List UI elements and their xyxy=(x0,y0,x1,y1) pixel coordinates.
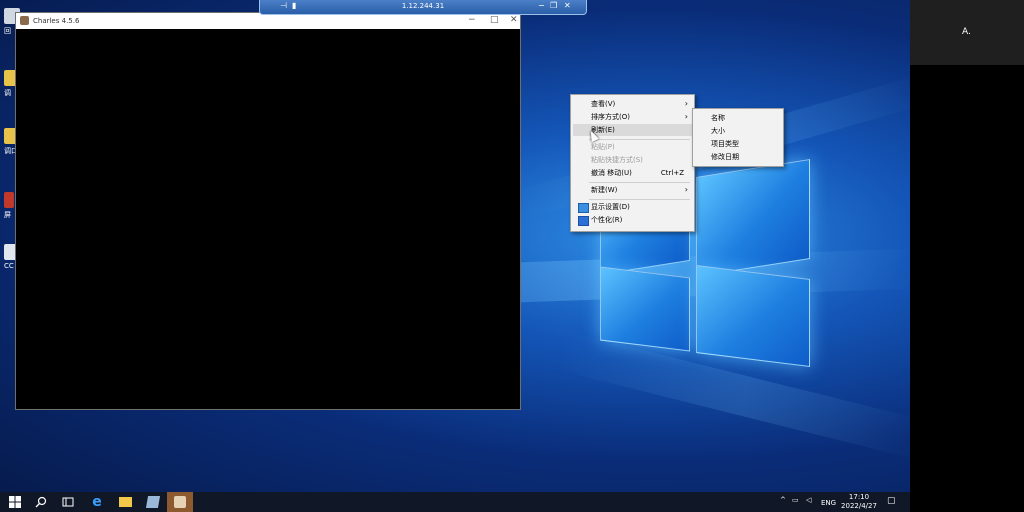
clock[interactable]: 17:10 2022/4/27 xyxy=(840,493,878,511)
task-view-icon xyxy=(62,497,74,507)
menu-separator xyxy=(589,182,690,183)
menu-item-display-settings[interactable]: 显示设置(D) xyxy=(573,201,692,213)
screen-tool-icon xyxy=(4,192,14,208)
taskbar-app[interactable] xyxy=(140,492,166,512)
desktop-icon-label: CC xyxy=(4,262,14,270)
menu-item-personalize[interactable]: 个性化(R) xyxy=(573,214,692,226)
taskbar: e ^ ▭ ◁ ENG 17:10 2022/4/27 ▢ xyxy=(0,492,910,512)
maximize-icon[interactable]: □ xyxy=(490,15,499,25)
app-icon xyxy=(145,496,161,508)
windows-logo-pane xyxy=(696,265,810,367)
desktop-icon-label: 回 xyxy=(4,27,11,35)
input-language[interactable]: ENG xyxy=(821,499,836,507)
desktop-context-menu: 查看(V) › 排序方式(O) › 刷新(E) 粘贴(P) 粘贴快捷方式(S) … xyxy=(570,94,695,232)
menu-item-new[interactable]: 新建(W) › xyxy=(573,184,692,196)
sort-submenu: 名称 大小 项目类型 修改日期 xyxy=(692,108,784,167)
search-icon xyxy=(35,496,47,508)
chevron-right-icon: › xyxy=(684,99,688,108)
network-icon[interactable]: ▭ xyxy=(792,496,799,504)
taskbar-edge[interactable]: e xyxy=(84,492,110,512)
windows-start-icon xyxy=(9,496,21,508)
notification-icon[interactable]: ▢ xyxy=(887,496,896,506)
charles-title: Charles 4.5.6 xyxy=(33,17,80,25)
submenu-item-size[interactable]: 大小 xyxy=(711,125,725,137)
minimize-icon[interactable]: − xyxy=(468,15,476,25)
remote-desktop: 回 调 调口 屏 CC Charles 4.5.6 − □ ✕ 查看(V) › … xyxy=(0,0,910,512)
personalize-icon xyxy=(578,216,589,226)
internet-explorer-icon: e xyxy=(92,494,102,510)
chevron-right-icon: › xyxy=(684,112,688,121)
participant-tile[interactable]: A. xyxy=(910,0,1024,65)
minimize-icon[interactable]: − xyxy=(538,1,545,10)
charles-taskbar-icon xyxy=(174,496,186,508)
charles-titlebar[interactable]: Charles 4.5.6 − □ ✕ xyxy=(16,13,520,29)
submenu-item-name[interactable]: 名称 xyxy=(711,112,725,124)
monitor-icon xyxy=(578,203,589,213)
participant-panel: A. xyxy=(910,0,1024,512)
menu-shortcut: Ctrl+Z xyxy=(660,169,684,177)
menu-item-sort-by[interactable]: 排序方式(O) › xyxy=(573,111,692,123)
charles-content[interactable] xyxy=(16,29,520,409)
start-button[interactable] xyxy=(2,492,28,512)
show-hidden-icons-chevron-up-icon[interactable]: ^ xyxy=(780,496,786,504)
restore-icon[interactable]: ❐ xyxy=(550,1,557,10)
clock-time: 17:10 xyxy=(848,493,870,501)
folder-icon xyxy=(118,497,132,507)
windows-logo-pane xyxy=(600,266,690,352)
participant-name: A. xyxy=(962,27,971,37)
speaker-icon[interactable]: ◁ xyxy=(806,496,811,504)
desktop-icon-label: 屏 xyxy=(4,211,11,219)
menu-item-view[interactable]: 查看(V) › xyxy=(573,98,692,110)
menu-item-paste: 粘贴(P) xyxy=(591,143,615,151)
close-icon[interactable]: ✕ xyxy=(564,1,571,10)
taskbar-charles[interactable] xyxy=(167,492,193,512)
remote-connection-bar[interactable]: ⊣ ▮ 1.12.244.31 − ❐ ✕ xyxy=(259,0,587,15)
clock-date: 2022/4/27 xyxy=(841,502,877,510)
chevron-right-icon: › xyxy=(684,185,688,194)
search-button[interactable] xyxy=(28,492,54,512)
menu-item-undo-move[interactable]: 撤消 移动(U) Ctrl+Z xyxy=(573,167,692,179)
charles-app-icon xyxy=(20,16,29,25)
taskbar-file-explorer[interactable] xyxy=(112,492,138,512)
menu-separator xyxy=(589,199,690,200)
close-icon[interactable]: ✕ xyxy=(510,15,518,25)
desktop-icon-label: 调 xyxy=(4,89,11,97)
charles-window[interactable]: Charles 4.5.6 − □ ✕ xyxy=(15,12,521,410)
submenu-item-date-modified[interactable]: 修改日期 xyxy=(711,151,739,163)
menu-separator xyxy=(589,139,690,140)
submenu-item-type[interactable]: 项目类型 xyxy=(711,138,739,150)
windows-logo-pane xyxy=(696,158,810,278)
task-view-button[interactable] xyxy=(55,492,81,512)
menu-item-paste-shortcut: 粘贴快捷方式(S) xyxy=(591,156,643,164)
